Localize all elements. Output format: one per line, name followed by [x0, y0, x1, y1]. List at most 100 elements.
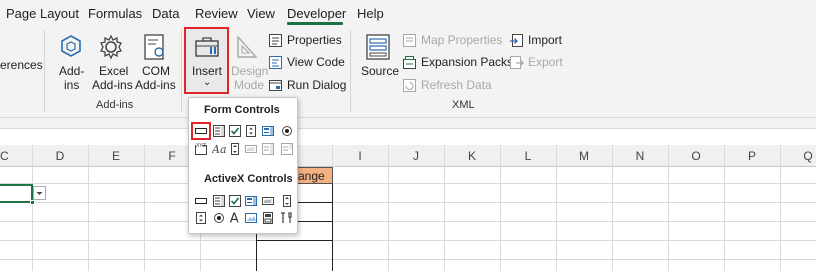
grid-row-line — [0, 259, 816, 260]
command-button-control-icon[interactable] — [194, 194, 208, 208]
view-code-button[interactable]: View Code — [268, 52, 345, 72]
column-header-j[interactable]: J — [388, 149, 444, 163]
scroll-bar-control-icon[interactable] — [228, 142, 242, 156]
design-mode-label-1: Design — [231, 64, 269, 78]
grid-row-line — [0, 183, 816, 184]
run-dialog-button[interactable]: Run Dialog — [268, 75, 346, 95]
activex-controls-title: ActiveX Controls — [204, 173, 293, 185]
activex-check-box-control-icon[interactable] — [228, 194, 242, 208]
map-properties-button[interactable]: Map Properties — [402, 30, 502, 50]
chevron-down-icon — [36, 192, 43, 195]
view-code-icon — [269, 55, 282, 69]
export-icon — [510, 55, 524, 69]
properties-button[interactable]: Properties — [268, 30, 342, 50]
activex-combo-box-control-icon[interactable] — [212, 194, 226, 208]
activex-spin-button-control-icon[interactable] — [194, 211, 208, 225]
image-control-icon[interactable] — [244, 211, 258, 225]
group-separator — [350, 30, 351, 112]
column-header-q[interactable]: Q — [780, 149, 816, 163]
selected-cell[interactable] — [0, 184, 33, 203]
formula-input[interactable] — [0, 128, 816, 144]
spin-button-control-icon[interactable] — [244, 124, 258, 138]
toggle-button-control-icon[interactable] — [261, 211, 275, 225]
column-header-n[interactable]: N — [612, 149, 668, 163]
export-label: Export — [528, 55, 563, 69]
addins-label-1: Add- — [59, 64, 85, 78]
ribbon: erences Add- ins Excel Add-ins COM Add-i… — [0, 26, 816, 118]
combo-list-edit-control-icon[interactable] — [261, 142, 275, 156]
refresh-data-button[interactable]: Refresh Data — [402, 75, 492, 95]
option-button-control-icon[interactable] — [280, 124, 294, 138]
column-header-l[interactable]: L — [500, 149, 556, 163]
grid-column-line — [780, 145, 781, 271]
label-control-icon[interactable]: Aa — [212, 142, 226, 156]
more-controls-icon[interactable] — [280, 211, 294, 225]
tab-review[interactable]: Review — [195, 6, 238, 21]
map-properties-label: Map Properties — [421, 33, 503, 47]
svg-text:Aa: Aa — [212, 143, 226, 156]
svg-text:XYZ: XYZ — [196, 143, 206, 149]
com-addins-label-1: COM — [142, 64, 170, 78]
activex-label-control-icon[interactable]: A — [228, 210, 242, 224]
button-control-icon[interactable] — [194, 124, 208, 138]
column-header-m[interactable]: M — [556, 149, 612, 163]
insert-controls-menu: Form Controls XYZ Aa abl ActiveX Control… — [188, 97, 298, 234]
com-addins-label-2: Add-ins — [135, 78, 176, 92]
import-button[interactable]: Import — [509, 30, 562, 50]
properties-label: Properties — [287, 33, 342, 47]
ribbon-tabs: Page Layout Formulas Data Review View De… — [0, 0, 816, 26]
tab-help[interactable]: Help — [357, 6, 384, 21]
form-controls-title: Form Controls — [204, 104, 280, 116]
text-box-control-icon[interactable]: abl — [261, 194, 275, 208]
grid-column-line — [144, 145, 145, 271]
expansion-packs-button[interactable]: Expansion Packs — [402, 52, 513, 72]
table-cell[interactable] — [256, 241, 333, 271]
design-mode-icon — [237, 35, 258, 58]
tab-page-layout[interactable]: Page Layout — [6, 6, 79, 21]
grid-column-line — [724, 145, 725, 271]
xml-group-label: XML — [452, 99, 475, 111]
combo-box-control-icon[interactable] — [212, 124, 226, 138]
tab-formulas[interactable]: Formulas — [88, 6, 142, 21]
group-box-control-icon[interactable]: XYZ — [194, 142, 208, 156]
grid-column-line — [88, 145, 89, 271]
column-header-i[interactable]: I — [332, 149, 388, 163]
activex-list-box-control-icon[interactable] — [244, 194, 258, 208]
grid-column-line — [612, 145, 613, 271]
chevron-down-icon: ⌄ — [203, 77, 212, 88]
addins-icon — [61, 35, 81, 57]
toolbox-icon — [195, 37, 219, 57]
column-header-c[interactable]: C — [0, 149, 9, 163]
grid-column-line — [32, 145, 33, 271]
activex-option-button-control-icon[interactable] — [212, 211, 226, 225]
tab-data[interactable]: Data — [152, 6, 179, 21]
tab-view[interactable]: View — [247, 6, 275, 21]
text-field-control-icon[interactable]: abl — [244, 142, 258, 156]
expansion-packs-icon — [403, 55, 416, 69]
column-header-o[interactable]: O — [668, 149, 724, 163]
export-button[interactable]: Export — [509, 52, 563, 72]
import-label: Import — [528, 33, 563, 47]
tab-developer[interactable]: Developer — [287, 6, 346, 21]
svg-text:abl: abl — [264, 199, 272, 205]
insert-button[interactable]: Insert ⌄ — [184, 27, 229, 94]
list-box-control-icon[interactable] — [261, 124, 275, 138]
activex-scroll-bar-control-icon[interactable] — [280, 194, 294, 208]
active-tab-indicator — [287, 22, 343, 25]
cell-dropdown-button[interactable] — [33, 186, 46, 200]
com-addins-icon — [144, 34, 164, 60]
map-properties-icon — [403, 33, 416, 47]
combo-drop-down-edit-control-icon[interactable] — [280, 142, 294, 156]
run-dialog-label: Run Dialog — [287, 78, 347, 92]
grid-row-line — [0, 221, 816, 222]
formula-bar — [0, 118, 816, 144]
check-box-control-icon[interactable] — [228, 124, 242, 138]
svg-text:A: A — [230, 211, 239, 224]
column-header-k[interactable]: K — [444, 149, 500, 163]
column-header-d[interactable]: D — [32, 149, 88, 163]
design-mode-label-2: Mode — [234, 78, 265, 92]
column-header-p[interactable]: P — [724, 149, 780, 163]
column-header-e[interactable]: E — [88, 149, 144, 163]
references-button-label[interactable]: erences — [0, 58, 43, 72]
addins-group-label: Add-ins — [96, 99, 134, 111]
